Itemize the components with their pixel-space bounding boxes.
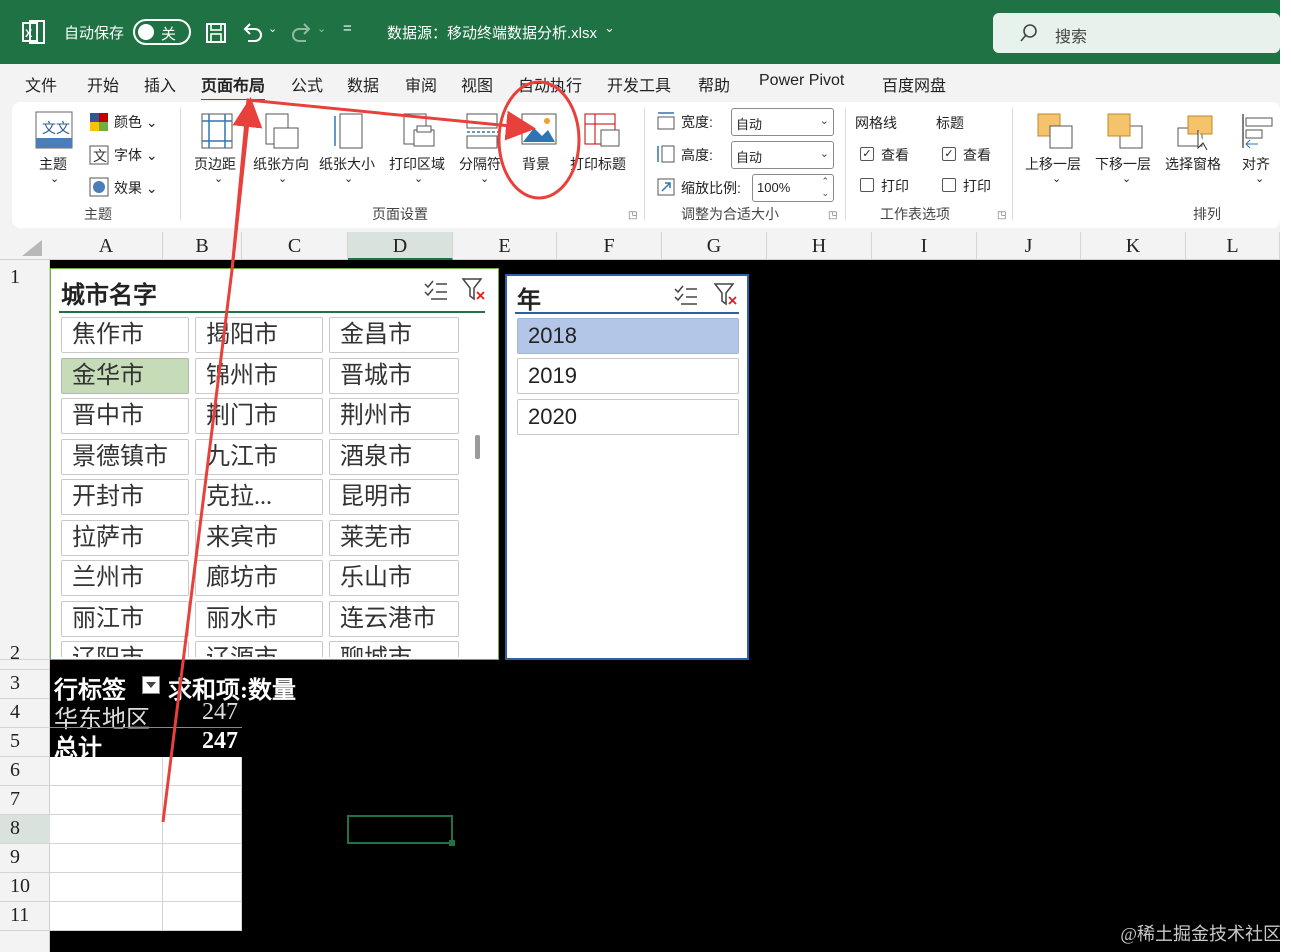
watermark: @稀土掘金技术社区	[1120, 924, 1281, 944]
annotation-overlay	[161, 80, 581, 823]
annotation-arrow-to-background	[230, 98, 536, 271]
annotation-circle	[497, 80, 581, 200]
